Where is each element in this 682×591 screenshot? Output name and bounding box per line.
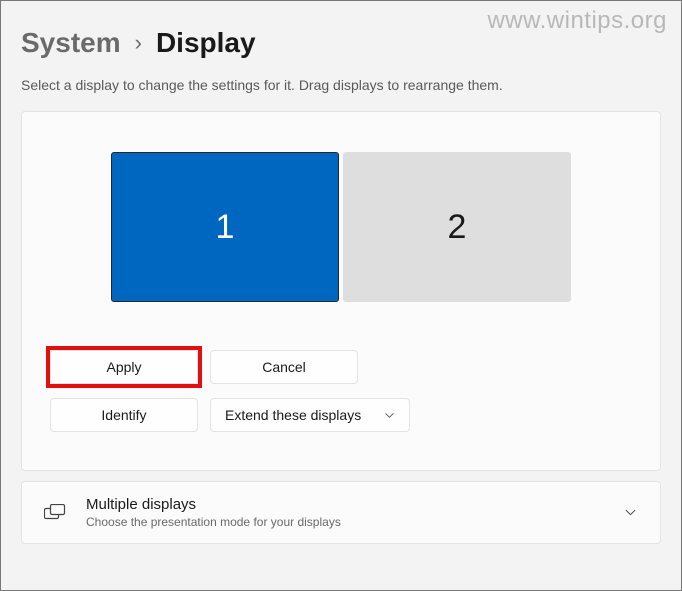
- multiple-displays-title: Multiple displays: [86, 496, 602, 513]
- apply-button[interactable]: Apply: [50, 350, 198, 384]
- monitor-2[interactable]: 2: [343, 152, 571, 302]
- watermark: www.wintips.org: [487, 7, 667, 35]
- dropdown-label: Extend these displays: [225, 407, 361, 423]
- multiple-displays-row[interactable]: Multiple displays Choose the presentatio…: [21, 481, 661, 544]
- chevron-right-icon: ›: [135, 30, 142, 56]
- monitors-area[interactable]: 1 2: [50, 152, 632, 302]
- multiple-displays-subtitle: Choose the presentation mode for your di…: [86, 515, 602, 529]
- monitor-1[interactable]: 1: [111, 152, 339, 302]
- page-title: Display: [156, 27, 256, 59]
- identify-button[interactable]: Identify: [50, 398, 198, 432]
- breadcrumb-parent[interactable]: System: [21, 27, 121, 59]
- chevron-down-icon: [383, 409, 395, 421]
- cancel-button[interactable]: Cancel: [210, 350, 358, 384]
- display-arrangement-panel: 1 2 Apply Cancel Identify Extend these d…: [21, 111, 661, 471]
- displays-icon: [44, 502, 66, 524]
- display-mode-dropdown[interactable]: Extend these displays: [210, 398, 410, 432]
- chevron-down-icon: [622, 505, 638, 521]
- hint-text: Select a display to change the settings …: [21, 77, 661, 93]
